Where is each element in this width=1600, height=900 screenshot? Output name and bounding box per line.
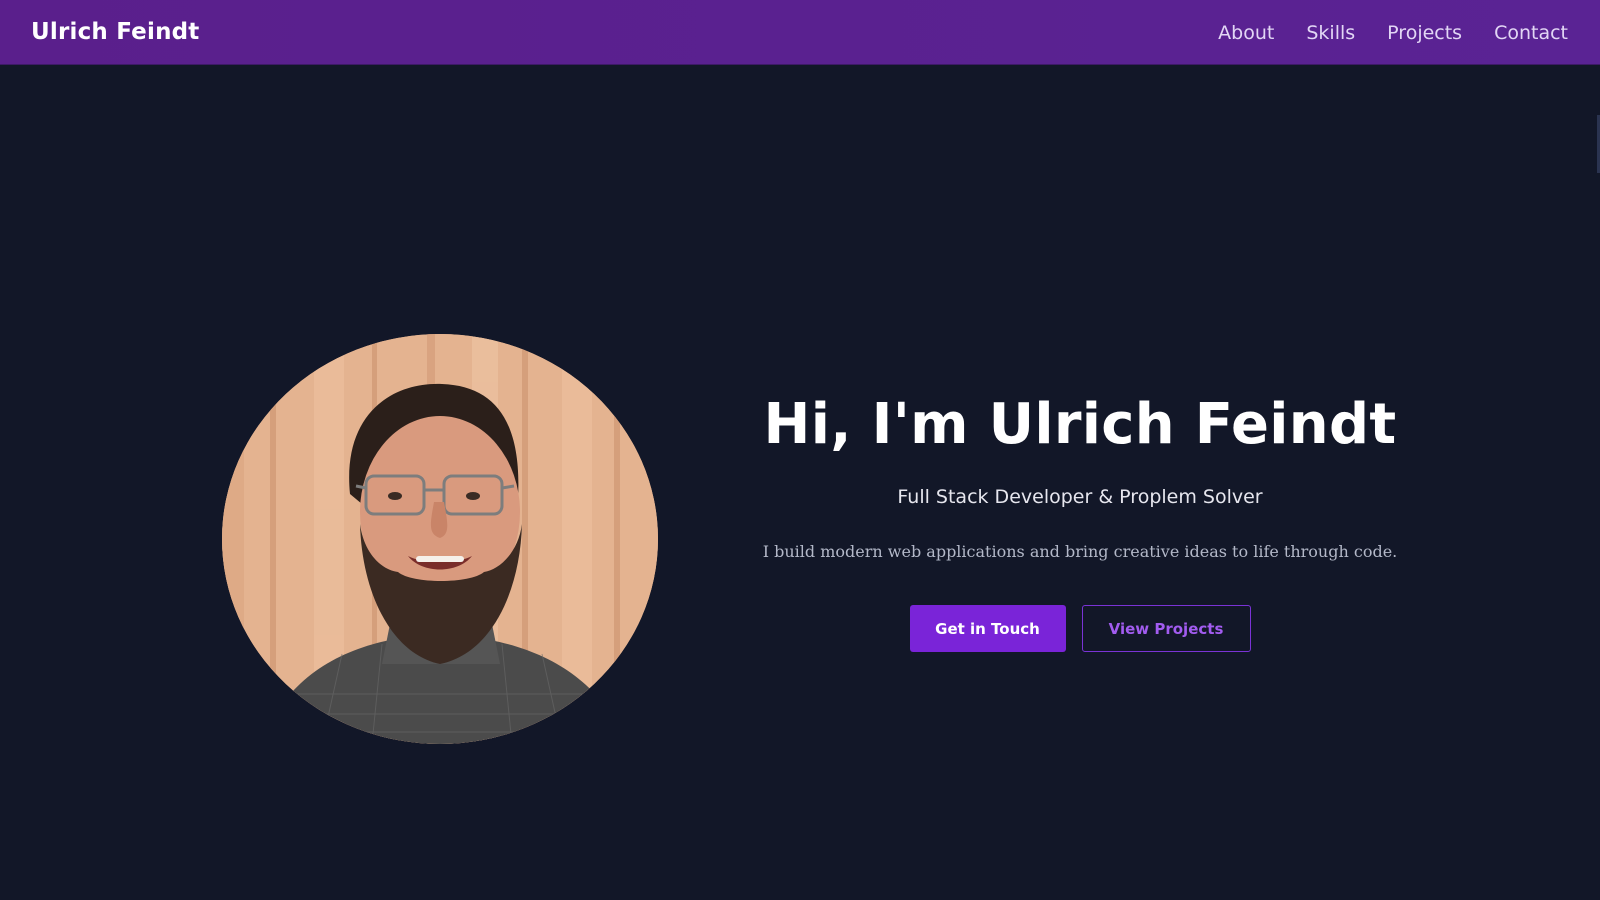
nav-link-contact[interactable]: Contact: [1494, 22, 1568, 44]
hero-actions: Get in Touch View Projects: [760, 605, 1400, 652]
nav-link-about[interactable]: About: [1218, 22, 1274, 44]
nav-link-projects[interactable]: Projects: [1387, 22, 1462, 44]
nav-link-skills[interactable]: Skills: [1306, 22, 1355, 44]
profile-photo-illustration: [222, 334, 658, 744]
view-projects-button[interactable]: View Projects: [1081, 605, 1251, 652]
top-navigation-bar: Ulrich Feindt About Skills Projects Cont…: [0, 0, 1600, 65]
profile-photo: [222, 334, 658, 744]
hero-subtitle: Full Stack Developer & Proplem Solver: [897, 486, 1263, 508]
brand-name[interactable]: Ulrich Feindt: [31, 19, 200, 45]
hero-section: Hi, I'm Ulrich Feindt Full Stack Develop…: [760, 390, 1400, 652]
hero-title: Hi, I'm Ulrich Feindt: [763, 392, 1397, 457]
get-in-touch-button[interactable]: Get in Touch: [909, 605, 1066, 652]
hero-description: I build modern web applications and brin…: [762, 542, 1398, 561]
main-nav: About Skills Projects Contact: [1218, 22, 1568, 44]
